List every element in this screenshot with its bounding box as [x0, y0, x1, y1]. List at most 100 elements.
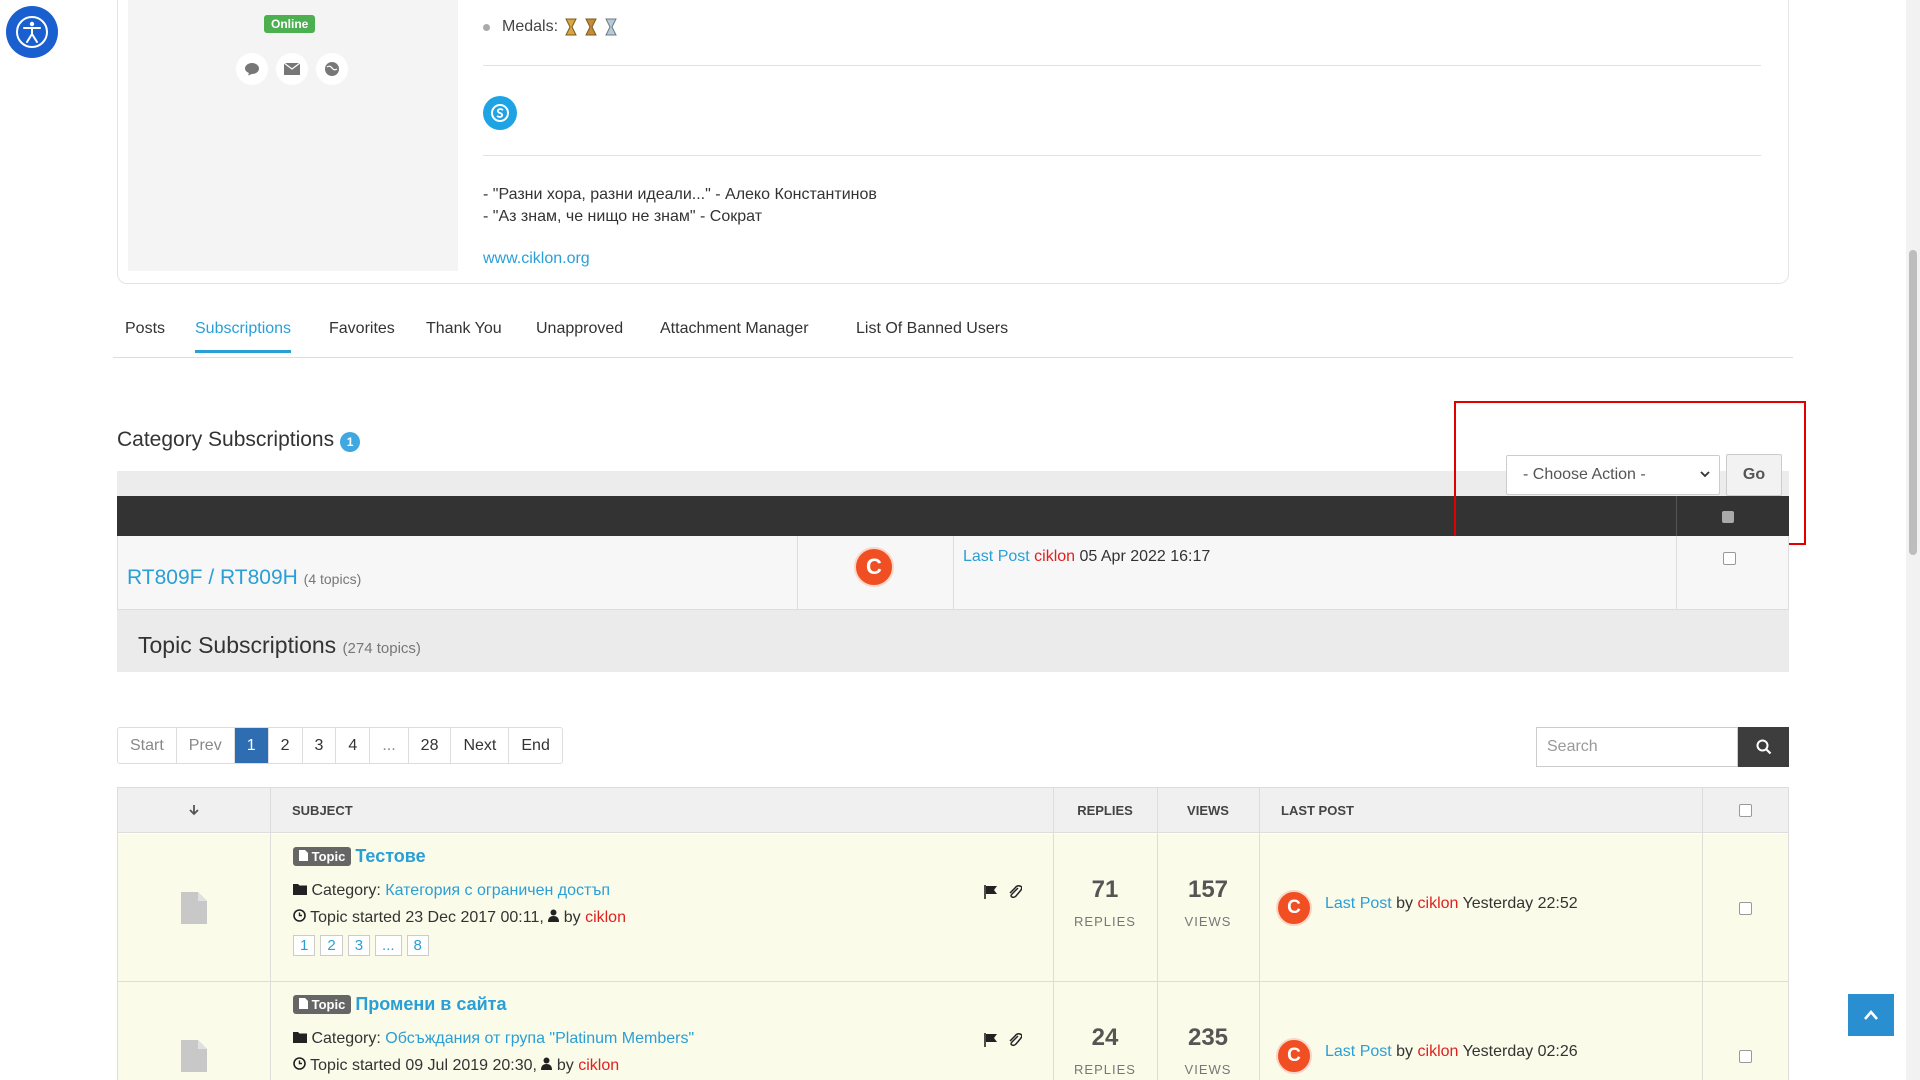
category-cell: RT809F / RT809H (4 topics)	[118, 536, 798, 610]
signature-line: - "Разни хора, разни идеали..." - Алеко …	[483, 186, 877, 203]
avatar[interactable]: C	[854, 547, 894, 587]
table-row: Topic Тестове Category: Категория с огра…	[118, 834, 1788, 982]
replies-cell: 24 REPLIES	[1053, 1024, 1157, 1077]
bullet-dot	[483, 23, 490, 31]
user-link[interactable]: ciklon	[1418, 895, 1459, 912]
topic-heading: Topic Тестове	[293, 846, 426, 867]
category-label: Category:	[311, 882, 381, 899]
table-row: RT809F / RT809H (4 topics) C Last Post c…	[117, 536, 1789, 610]
profile-sidebar: Online	[128, 0, 458, 271]
pagination: Start Prev 1 2 3 4 ... 28 Next End	[117, 727, 563, 764]
section-title: Category Subscriptions	[117, 428, 335, 451]
medals-row: Medals:	[483, 18, 618, 36]
last-post-link[interactable]: Last Post	[1325, 1043, 1392, 1060]
select-all-checkbox[interactable]	[1738, 803, 1752, 817]
avatar-cell: C	[798, 536, 954, 610]
row-checkbox[interactable]	[1723, 552, 1736, 565]
user-link[interactable]: ciklon	[1418, 1043, 1459, 1060]
topic-page-link[interactable]: 3	[347, 935, 371, 956]
chevron-up-icon	[1864, 1010, 1878, 1020]
page-prev[interactable]: Prev	[177, 728, 235, 763]
views-count: 157	[1187, 876, 1229, 903]
page-2[interactable]: 2	[269, 728, 303, 763]
category-subscriptions-title: Category Subscriptions 1	[117, 428, 361, 452]
topic-page-ellipsis: ...	[375, 935, 402, 956]
by-label: by	[556, 1057, 574, 1074]
by-label: by	[1396, 1043, 1414, 1060]
avatar[interactable]: C	[1276, 890, 1312, 926]
column-divider	[1157, 788, 1158, 1080]
medal-icon	[585, 18, 597, 36]
skype-icon[interactable]	[483, 96, 517, 130]
category-link[interactable]: Категория с ограничен достъп	[385, 882, 610, 899]
message-icon[interactable]	[236, 53, 268, 85]
contact-icons	[236, 53, 348, 85]
website-link[interactable]: www.ciklon.org	[483, 250, 590, 268]
sort-column-header[interactable]	[118, 788, 270, 833]
topic-page-link[interactable]: 2	[320, 935, 343, 956]
arrow-down-icon	[189, 805, 199, 816]
category-label: Category:	[311, 1030, 381, 1047]
topic-heading: Topic Промени в сайта	[293, 994, 506, 1015]
globe-icon[interactable]	[316, 53, 348, 85]
replies-count: 24	[1091, 1024, 1119, 1051]
profile-card: Online Medals: - "Разни хора, разни идеа…	[117, 0, 1789, 284]
author-link[interactable]: ciklon	[578, 1057, 619, 1074]
email-icon[interactable]	[276, 53, 308, 85]
attachment-icon	[1009, 885, 1022, 899]
row-checkbox[interactable]	[1739, 1050, 1752, 1063]
views-cell: 235 VIEWS	[1157, 1024, 1259, 1077]
avatar[interactable]: C	[1276, 1038, 1312, 1074]
topic-title[interactable]: Промени в сайта	[355, 994, 506, 1015]
topic-page-link[interactable]: 1	[293, 935, 316, 956]
topic-page-link[interactable]: 8	[406, 935, 429, 956]
search-button[interactable]	[1738, 727, 1789, 767]
topic-title[interactable]: Тестове	[355, 846, 425, 867]
scrollbar-thumb[interactable]	[1909, 250, 1917, 555]
replies-label: REPLIES	[1074, 1062, 1136, 1077]
checkbox-header	[1702, 788, 1788, 833]
replies-header: REPLIES	[1053, 788, 1157, 833]
tab-unapproved[interactable]: Unapproved	[536, 320, 623, 350]
back-to-top-button[interactable]	[1848, 994, 1894, 1036]
category-link[interactable]: Обсъждания от група "Platinum Members"	[385, 1030, 694, 1047]
tab-banned-users[interactable]: List Of Banned Users	[856, 320, 1008, 350]
tab-favorites[interactable]: Favorites	[329, 320, 395, 350]
column-divider	[1702, 788, 1703, 1080]
tab-thank-you[interactable]: Thank You	[426, 320, 502, 350]
row-checkbox[interactable]	[1739, 902, 1752, 915]
author-link[interactable]: ciklon	[585, 909, 626, 926]
last-post-info: Last Post ciklon 05 Apr 2022 16:17	[963, 548, 1210, 566]
by-label: by	[563, 909, 581, 926]
file-icon	[299, 998, 308, 1009]
page-next[interactable]: Next	[451, 728, 510, 763]
views-label: VIEWS	[1184, 1062, 1232, 1077]
folder-icon	[293, 884, 307, 895]
folder-icon	[293, 1032, 307, 1043]
user-icon	[541, 1057, 553, 1070]
page-start[interactable]: Start	[118, 728, 177, 763]
last-post-link[interactable]: Last Post	[963, 548, 1030, 565]
page-3[interactable]: 3	[303, 728, 337, 763]
tab-attachment-manager[interactable]: Attachment Manager	[660, 320, 809, 350]
medal-icon	[565, 18, 577, 36]
subject-header: SUBJECT	[270, 788, 1053, 833]
category-link[interactable]: RT809F / RT809H (4 topics)	[127, 566, 361, 590]
page-4[interactable]: 4	[336, 728, 371, 763]
accessibility-button[interactable]	[6, 6, 58, 58]
tab-posts[interactable]: Posts	[125, 320, 165, 350]
profile-tabs: Posts Subscriptions Favorites Thank You …	[113, 320, 1793, 358]
page-28[interactable]: 28	[409, 728, 452, 763]
category-name[interactable]: RT809F / RT809H	[127, 566, 298, 589]
search-input[interactable]: Search	[1536, 727, 1738, 767]
page-scrollbar[interactable]	[1906, 0, 1920, 1080]
flag-icon	[984, 1033, 997, 1047]
flag-icon	[984, 885, 997, 899]
page-1[interactable]: 1	[234, 728, 269, 763]
user-link[interactable]: ciklon	[1034, 548, 1075, 565]
clock-icon	[293, 1057, 306, 1070]
last-post-link[interactable]: Last Post	[1325, 895, 1392, 912]
tab-subscriptions[interactable]: Subscriptions	[195, 320, 292, 353]
document-icon	[181, 1040, 207, 1072]
page-end[interactable]: End	[509, 728, 561, 763]
